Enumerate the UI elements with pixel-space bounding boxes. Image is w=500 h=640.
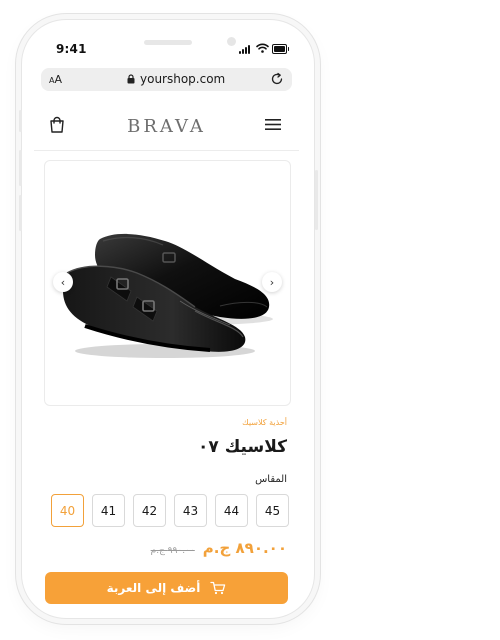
- add-to-cart-button[interactable]: أضف إلى العربة: [45, 572, 288, 604]
- gallery-next-button[interactable]: ›: [262, 272, 282, 292]
- size-option[interactable]: 43: [174, 494, 207, 527]
- size-option[interactable]: 45: [256, 494, 289, 527]
- size-option[interactable]: 41: [92, 494, 125, 527]
- phone-side-button: [19, 150, 22, 186]
- status-time: 9:41: [56, 42, 87, 56]
- size-label: المقاس: [255, 474, 287, 485]
- size-option-selected[interactable]: 40: [51, 494, 84, 527]
- camera-dot: [227, 37, 236, 46]
- cart-icon: [210, 581, 226, 595]
- address-bar[interactable]: AA yourshop.com: [41, 68, 292, 91]
- chevron-right-icon: ›: [269, 275, 275, 289]
- chevron-left-icon: ‹: [60, 275, 66, 289]
- old-price: ٩٩٠.٠٠ ج.م: [150, 546, 195, 556]
- size-selector: 45 44 43 42 41 40: [51, 494, 289, 528]
- product-title: كلاسيك ٠٧: [198, 437, 287, 457]
- product-category[interactable]: أحذية كلاسيك: [242, 418, 287, 427]
- url-text: yourshop.com: [140, 72, 226, 86]
- add-to-cart-label: أضف إلى العربة: [106, 581, 201, 595]
- speaker-slot: [144, 40, 192, 45]
- status-bar: 9:41: [34, 32, 299, 66]
- text-size-button[interactable]: AA: [49, 73, 62, 86]
- gallery-prev-button[interactable]: ‹: [53, 272, 73, 292]
- phone-side-button: [19, 110, 22, 132]
- reload-icon[interactable]: [270, 72, 284, 86]
- lock-icon: [127, 74, 135, 84]
- wifi-icon: [256, 43, 269, 53]
- price-block: ٨٩٠.٠٠ ج.م ٩٩٠.٠٠ ج.م: [151, 539, 287, 557]
- phone-side-button: [315, 170, 318, 230]
- phone-side-button: [19, 195, 22, 231]
- product-image: [63, 233, 273, 358]
- size-option[interactable]: 44: [215, 494, 248, 527]
- battery-icon: [272, 44, 289, 54]
- site-header: BRAVA: [34, 102, 299, 151]
- url-field[interactable]: yourshop.com: [127, 72, 225, 86]
- size-option[interactable]: 42: [133, 494, 166, 527]
- menu-icon[interactable]: [265, 118, 281, 131]
- phone-screen: 9:41 AA yourshop.com BRAVA ‹ › أحذية كلا…: [34, 32, 299, 610]
- brand-logo[interactable]: BRAVA: [34, 116, 299, 137]
- product-gallery[interactable]: ‹ ›: [44, 160, 291, 406]
- signal-icon: [239, 45, 253, 54]
- current-price: ٨٩٠.٠٠ ج.م: [202, 539, 287, 557]
